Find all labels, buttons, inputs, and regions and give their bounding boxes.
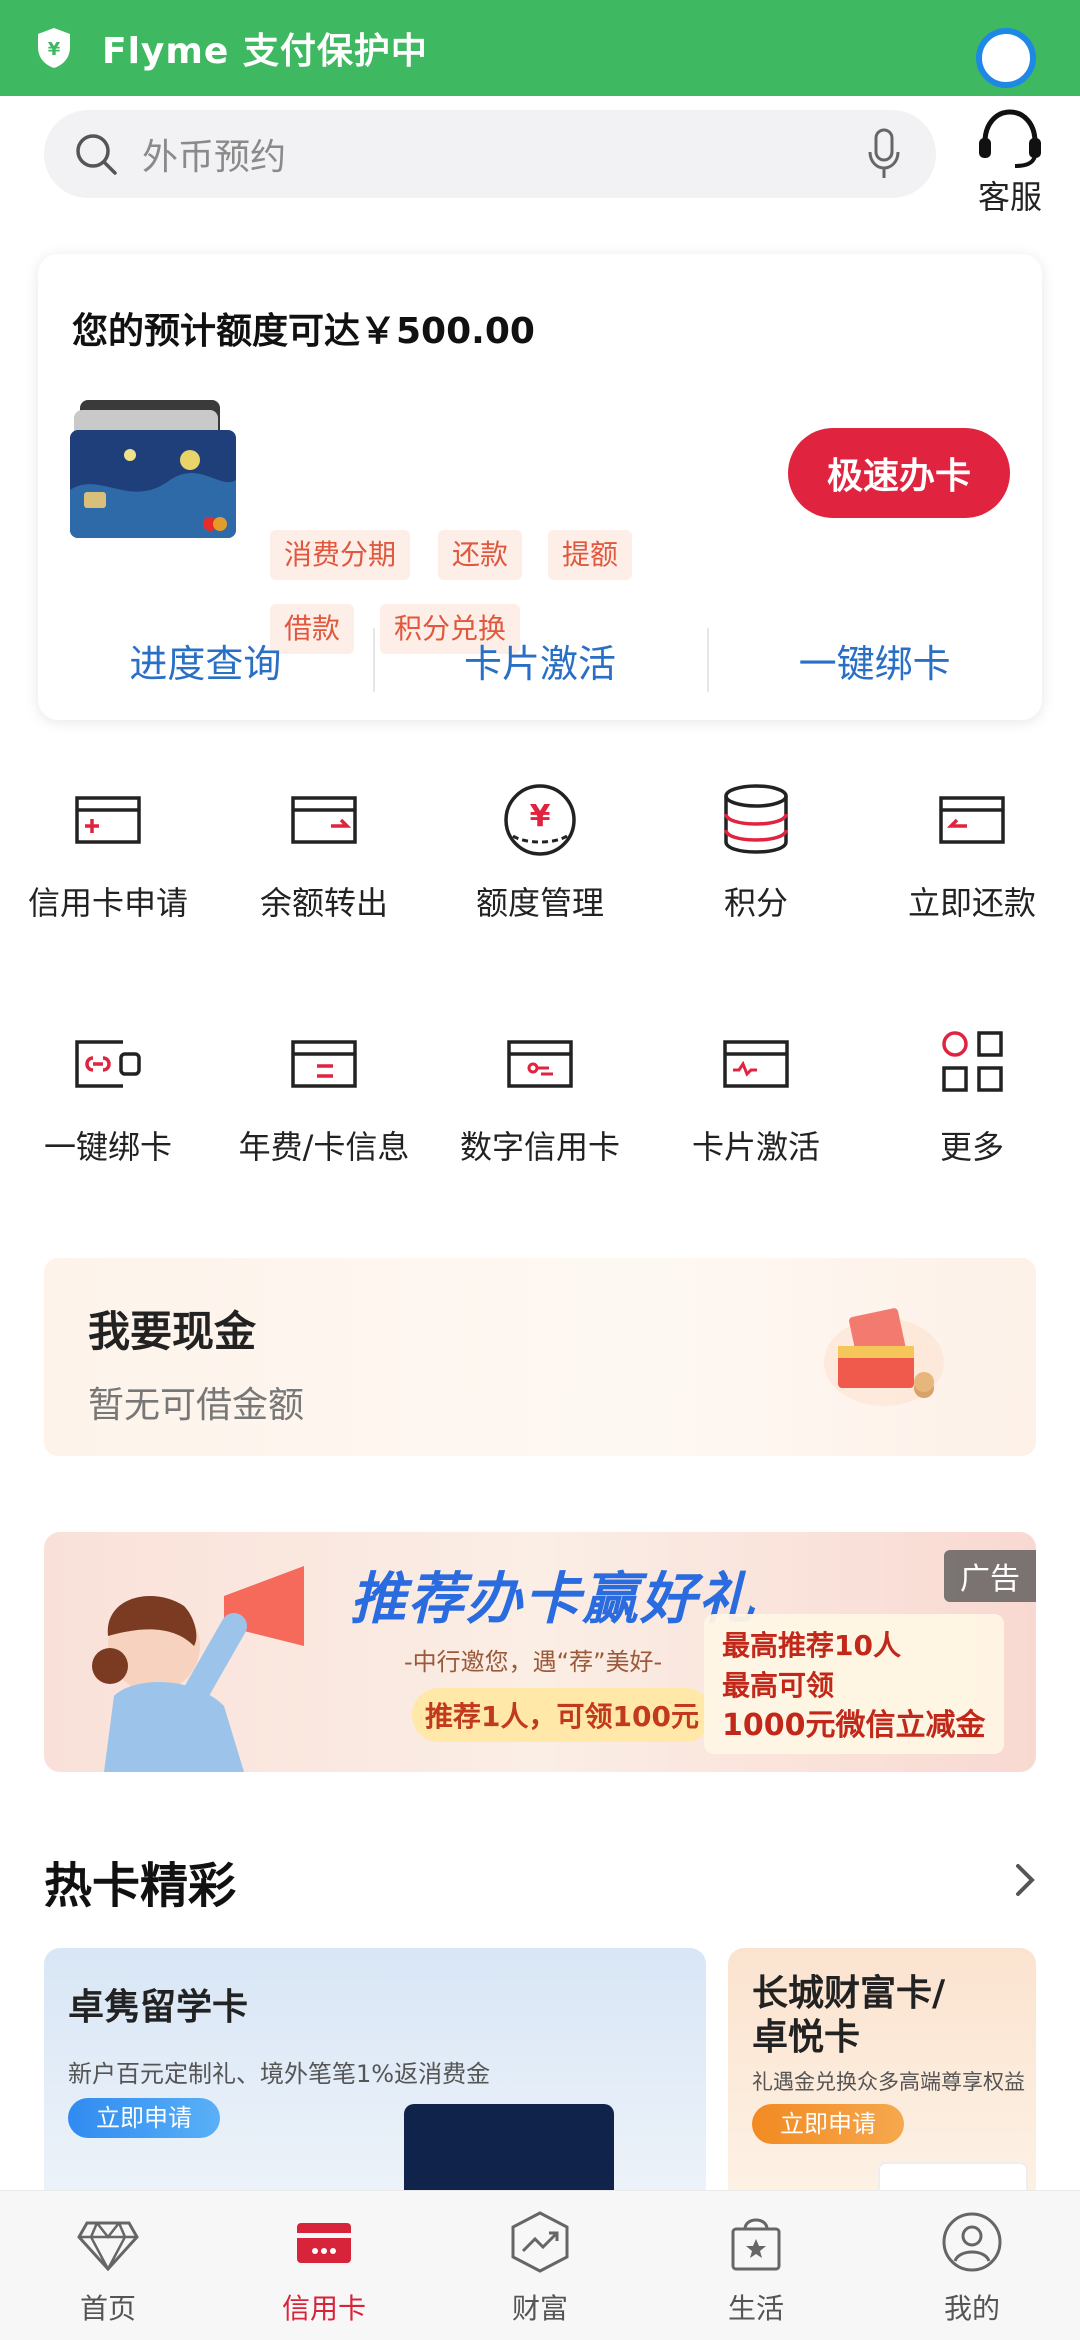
cash-loan-card[interactable]: 我要现金 暂无可借金额 [44, 1258, 1036, 1456]
ad-line-2: 最高可领 [722, 1669, 835, 1702]
digital-card-icon [507, 1040, 573, 1088]
grid-label: 余额转出 [259, 884, 388, 922]
protection-status-text: Flyme 支付保护中 [102, 31, 428, 72]
payment-protection-bar: ¥ Flyme 支付保护中 [0, 0, 1080, 96]
diamond-icon [77, 2221, 139, 2272]
tab-wealth[interactable]: 财富 [432, 2191, 648, 2340]
headset-icon [979, 109, 1041, 168]
chevron-right-icon[interactable] [1012, 1860, 1040, 1900]
card-quick-links: 进度查询 卡片激活 一键绑卡 [38, 624, 1042, 696]
cash-subtitle: 暂无可借金额 [88, 1385, 305, 1426]
grid-item-bind-card[interactable]: 一键绑卡 [0, 1024, 216, 1204]
tab-label: 生活 [727, 2292, 784, 2325]
grid-item-limit-management[interactable]: ¥ 额度管理 [432, 780, 648, 960]
tab-label: 信用卡 [281, 2292, 366, 2325]
search-row: 外币预约 客服 [0, 96, 1080, 226]
progress-query-link[interactable]: 进度查询 [38, 624, 373, 696]
grid-item-repay-now[interactable]: 立即还款 [864, 780, 1080, 960]
card-transfer-out-icon [291, 796, 357, 844]
grid-item-annual-fee-info[interactable]: 年费/卡信息 [216, 1024, 432, 1204]
credit-limit-panel: 您的预计额度可达￥500.00 消费分期 还款 提额 借款 积分兑换 极速办卡 … [38, 254, 1042, 720]
grid-label: 立即还款 [907, 884, 1036, 922]
grid-label: 一键绑卡 [43, 1128, 172, 1166]
tab-label: 我的 [943, 2292, 1000, 2325]
ad-line-3: 1000元微信立减金 [722, 1708, 986, 1743]
tab-label: 财富 [511, 2292, 568, 2325]
money-stack-icon [824, 1308, 944, 1406]
card-activate-link[interactable]: 卡片激活 [372, 624, 708, 696]
hot-cards-title: 热卡精彩 [44, 1858, 237, 1914]
card-info-icon [291, 1040, 357, 1088]
bottom-tab-bar: 首页 信用卡 财富 生活 我的 [0, 2190, 1080, 2340]
grid-item-card-apply[interactable]: 信用卡申请 [0, 780, 216, 960]
hot-card-study-abroad[interactable]: 卓隽留学卡 新户百元定制礼、境外笔笔1%返消费金 立即申请 [44, 1948, 706, 2208]
tab-home[interactable]: 首页 [0, 2191, 216, 2340]
hot-card-apply-button[interactable]: 立即申请 [752, 2104, 904, 2144]
shield-yen-icon: ¥ [38, 28, 70, 68]
ad-line-1: 最高推荐10人 [722, 1629, 901, 1662]
ad-headline: 推荐办卡赢好礼 [350, 1567, 756, 1632]
hot-card-great-wall-wealth[interactable]: 长城财富卡/ 卓悦卡 礼遇金兑换众多高端尊享权益 立即申请 [728, 1948, 1036, 2208]
credit-card-icon [297, 2223, 351, 2263]
bind-card-link[interactable]: 一键绑卡 [707, 624, 1042, 696]
hot-card-apply-button[interactable]: 立即申请 [68, 2098, 220, 2138]
tag-raise-limit[interactable]: 提额 [548, 530, 633, 580]
service-grid-row-1: 信用卡申请 余额转出 ¥ 额度管理 积分 立即还款 [0, 780, 1080, 960]
customer-service-button[interactable]: 客服 [966, 104, 1054, 218]
cash-title: 我要现金 [88, 1307, 257, 1356]
yen-circle-icon: ¥ [504, 784, 576, 856]
grid-label: 更多 [939, 1128, 1004, 1166]
grid-label: 数字信用卡 [459, 1128, 620, 1166]
hot-card-title: 卓隽留学卡 [68, 1987, 249, 2028]
grid-label: 信用卡申请 [27, 884, 188, 922]
promo-banner[interactable]: 推荐办卡赢好礼 广告 -中行邀您，遇“荐”美好- 推荐1人，可领100元 最高推… [44, 1532, 1036, 1772]
estimated-limit-title: 您的预计额度可达￥500.00 [72, 311, 535, 352]
card-activate-icon [723, 1040, 789, 1088]
user-circle-icon [942, 2212, 1002, 2272]
grid-item-balance-transfer[interactable]: 余额转出 [216, 780, 432, 960]
search-placeholder: 外币预约 [142, 137, 287, 178]
grid-more-icon [942, 1031, 1003, 1092]
fast-apply-button[interactable]: 极速办卡 [788, 428, 1010, 518]
card-plus-icon [75, 796, 141, 844]
grid-label: 年费/卡信息 [238, 1128, 410, 1166]
grid-item-points[interactable]: 积分 [648, 780, 864, 960]
search-input[interactable]: 外币预约 [44, 110, 936, 198]
ad-badge: 广告 [944, 1550, 1036, 1602]
floating-ring-icon[interactable] [976, 28, 1036, 88]
cartoon-girl-megaphone-icon [92, 1566, 304, 1772]
credit-card-image [70, 400, 236, 538]
microphone-icon[interactable] [866, 128, 902, 180]
trend-chart-icon [511, 2211, 569, 2273]
ad-reward-box: 最高推荐10人 最高可领 1000元微信立减金 [704, 1614, 1004, 1754]
ad-invite-text: -中行邀您，遇“荐”美好- [404, 1648, 663, 1676]
tab-credit-card[interactable]: 信用卡 [216, 2191, 432, 2340]
svg-text:¥: ¥ [530, 799, 551, 834]
tag-installment[interactable]: 消费分期 [270, 530, 411, 580]
customer-service-label: 客服 [977, 178, 1042, 216]
ad-ribbon: 推荐1人，可领100元 [412, 1688, 712, 1742]
database-stack-icon [724, 784, 788, 854]
grid-item-digital-card[interactable]: 数字信用卡 [432, 1024, 648, 1204]
tab-label: 首页 [79, 2292, 136, 2325]
service-grid-row-2: 一键绑卡 年费/卡信息 数字信用卡 卡片激活 更多 [0, 1024, 1080, 1204]
grid-label: 卡片激活 [691, 1128, 820, 1166]
hot-card-title-line-1: 长城财富卡/ [752, 1973, 946, 2014]
hot-card-subtitle: 礼遇金兑换众多高端尊享权益 [752, 2070, 1025, 2094]
card-link-icon [75, 1040, 141, 1088]
tab-life[interactable]: 生活 [648, 2191, 864, 2340]
shopping-bag-star-icon [731, 2218, 781, 2271]
hot-card-subtitle: 新户百元定制礼、境外笔笔1%返消费金 [68, 2060, 491, 2088]
svg-text:¥: ¥ [48, 39, 61, 60]
grid-item-more[interactable]: 更多 [864, 1024, 1080, 1204]
grid-item-card-activate[interactable]: 卡片激活 [648, 1024, 864, 1204]
tag-repay[interactable]: 还款 [438, 530, 523, 580]
card-repay-icon [939, 796, 1005, 844]
search-icon [76, 134, 117, 175]
grid-label: 积分 [723, 884, 788, 922]
grid-label: 额度管理 [475, 884, 604, 922]
hot-card-title-line-2: 卓悦卡 [752, 2017, 861, 2058]
hot-card-title: 长城财富卡/ 卓悦卡 [752, 1972, 945, 2060]
tab-mine[interactable]: 我的 [864, 2191, 1080, 2340]
